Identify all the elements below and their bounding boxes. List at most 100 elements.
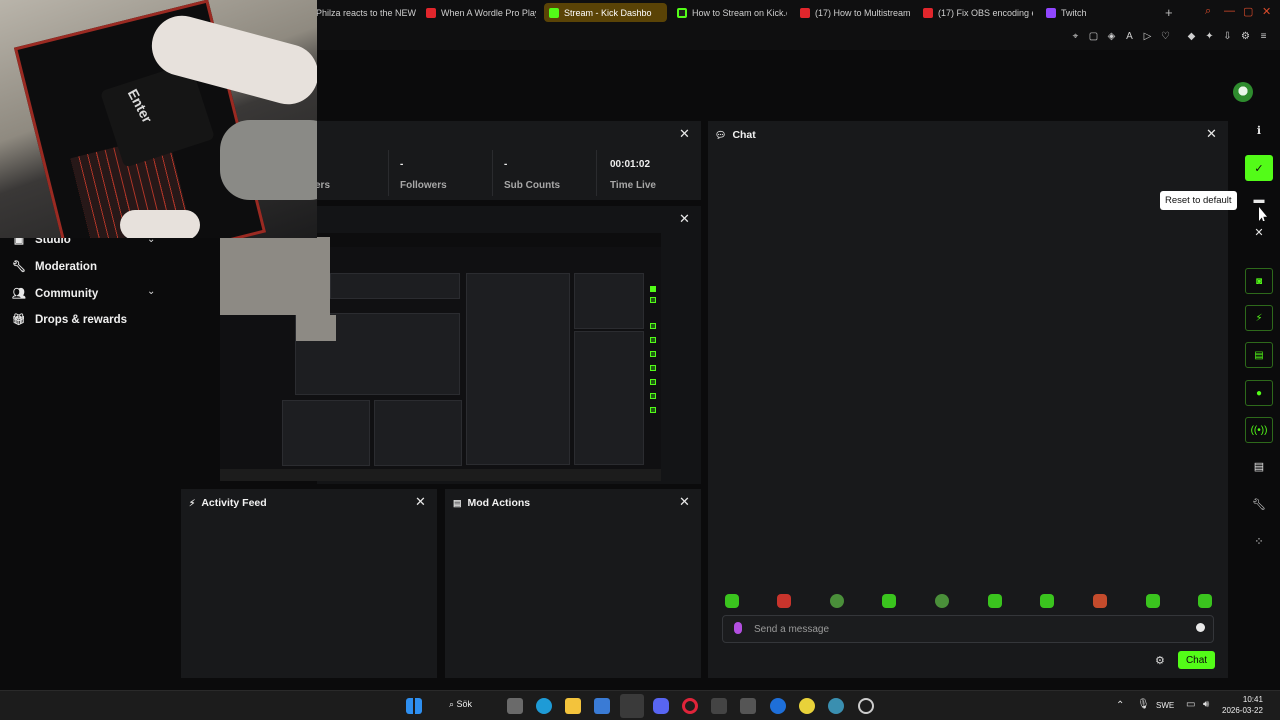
close-icon[interactable]: ✕ — [679, 212, 690, 225]
new-tab-button[interactable]: + — [1165, 5, 1173, 20]
file-explorer-icon[interactable] — [565, 698, 581, 714]
close-icon[interactable]: ✕ — [415, 495, 426, 508]
taskbar-search[interactable]: ⌕ Sök — [449, 699, 472, 710]
chevron-down-icon[interactable]: ⌄ — [147, 286, 155, 297]
youtube-icon — [426, 7, 436, 18]
panel-title: Mod Actions — [467, 497, 531, 509]
app-icon[interactable] — [828, 698, 844, 714]
obs-icon[interactable] — [858, 698, 874, 714]
app-icon[interactable] — [770, 698, 786, 714]
emote[interactable] — [882, 594, 896, 608]
shield-icon[interactable]: ◈ — [1106, 31, 1117, 42]
windows-start-icon[interactable] — [406, 698, 422, 714]
taskbar-clock[interactable]: 10:41 2026-03-22 — [1222, 694, 1263, 716]
reset-layout-icon[interactable]: ▬ — [1251, 192, 1267, 208]
close-icon[interactable]: ✕ — [1251, 225, 1267, 241]
emote[interactable] — [1198, 594, 1212, 608]
puzzle-icon[interactable]: ✦ — [1204, 31, 1215, 42]
taskbar-search-label: Sök — [456, 699, 473, 709]
send-chat-button[interactable]: Chat — [1178, 651, 1215, 669]
app-icon[interactable] — [799, 698, 815, 714]
save-layout-button[interactable]: ✓ — [1245, 155, 1273, 181]
community-icon: 👥︎ — [12, 288, 26, 300]
bolt-icon: ⚡︎ — [1255, 312, 1263, 324]
settings-icon[interactable]: ⚙ — [1240, 31, 1251, 42]
tab-label: Twitch — [1061, 7, 1087, 18]
broadcast-icon: ((•)) — [1250, 424, 1268, 436]
network-icon[interactable]: ▭ — [1186, 699, 1195, 710]
emote[interactable] — [1146, 594, 1160, 608]
camera-icon: ◙ — [1255, 275, 1263, 287]
kick-icon — [549, 7, 559, 18]
edge-icon[interactable] — [536, 698, 552, 714]
close-icon[interactable]: ✕ — [679, 495, 690, 508]
emote[interactable] — [777, 594, 791, 608]
tab-kick-dashboard[interactable]: Stream - Kick Dashbo — [544, 3, 667, 22]
layout-icon[interactable]: ▤ — [1251, 459, 1267, 475]
screenshot-icon[interactable]: ▢ — [1088, 31, 1099, 42]
microphone-icon[interactable]: 🎙︎ — [1137, 699, 1150, 710]
tab-wordle[interactable]: When A Wordle Pro Plays — [426, 3, 536, 22]
stat-label: Sub Counts — [504, 180, 561, 191]
emote[interactable] — [935, 594, 949, 608]
play-icon[interactable]: ▷ — [1142, 31, 1153, 42]
rail-stream-button[interactable]: ◙ — [1245, 268, 1273, 294]
store-icon[interactable] — [594, 698, 610, 714]
emote[interactable] — [988, 594, 1002, 608]
extension-icon[interactable]: ◆ — [1186, 31, 1197, 42]
close-icon[interactable]: ✕ — [1206, 127, 1217, 140]
epic-games-icon[interactable] — [740, 698, 756, 714]
sidebar-item-drops-rewards[interactable]: 🎁︎ Drops & rewards — [12, 313, 128, 327]
tab-kick-help[interactable]: How to Stream on Kick.c — [677, 3, 787, 22]
tab-obs-fix[interactable]: (17) Fix OBS encoding er — [923, 3, 1033, 22]
sidebar-item-label: Drops & rewards — [35, 313, 128, 326]
wrench-icon[interactable]: 🔧︎ — [1251, 497, 1267, 513]
minimize-icon[interactable]: — — [1224, 5, 1235, 17]
emote[interactable] — [725, 594, 739, 608]
chat-message-input[interactable] — [754, 620, 1184, 638]
tab-multistream[interactable]: (17) How to Multistream — [800, 3, 912, 22]
rail-chat-button[interactable]: ● — [1245, 380, 1273, 406]
rail-activity-button[interactable]: ⚡︎ — [1245, 305, 1273, 331]
volume-icon[interactable]: 🔊︎ — [1203, 699, 1209, 710]
sidebar-item-community[interactable]: 👥︎ Community — [12, 287, 98, 301]
info-icon[interactable]: ℹ — [1251, 123, 1267, 139]
app-icon[interactable] — [711, 698, 727, 714]
close-window-icon[interactable]: ✕ — [1262, 5, 1271, 18]
kick-help-icon — [677, 7, 687, 18]
maximize-icon[interactable]: ▢ — [1243, 5, 1253, 18]
tab-philza[interactable]: Philza reacts to the NEW — [316, 3, 416, 22]
download-icon[interactable]: ⇩ — [1222, 31, 1233, 42]
discord-icon[interactable] — [653, 698, 669, 714]
stat-sub-counts: - Sub Counts — [492, 150, 596, 196]
emote[interactable] — [830, 594, 844, 608]
steam-icon[interactable] — [620, 694, 644, 718]
chevron-up-icon[interactable]: ⌃ — [1116, 700, 1124, 711]
stat-time-live: 00:01:02 Time Live — [596, 150, 700, 196]
rail-broadcast-button[interactable]: ((•)) — [1245, 417, 1273, 443]
heart-icon[interactable]: ♡ — [1160, 31, 1171, 42]
panel-header: 💬︎ Chat — [708, 121, 1228, 149]
emote[interactable] — [1040, 594, 1054, 608]
task-view-icon[interactable] — [507, 698, 523, 714]
chat-input-box — [722, 615, 1214, 643]
language-indicator[interactable]: SWE — [1156, 701, 1174, 710]
nodes-icon[interactable]: ⁘ — [1251, 534, 1267, 550]
tab-twitch[interactable]: Twitch — [1046, 3, 1146, 22]
sidebar-item-moderation[interactable]: 🔧︎ Moderation — [12, 260, 97, 274]
close-icon[interactable]: ✕ — [679, 127, 690, 140]
opera-icon[interactable] — [682, 698, 698, 714]
bolt-icon: ⚡︎ — [189, 497, 196, 508]
menu-icon[interactable]: ≡ — [1258, 31, 1269, 42]
search-tabs-icon[interactable]: ⌕ — [1205, 5, 1211, 18]
translate-icon[interactable]: A — [1124, 31, 1135, 42]
pin-icon[interactable]: ⌖ — [1070, 31, 1081, 42]
chat-settings-icon[interactable]: ⚙ — [1155, 654, 1165, 667]
microphone-icon[interactable] — [734, 622, 742, 634]
tab-label: Philza reacts to the NEW — [316, 7, 416, 18]
rail-mod-actions-button[interactable]: ▤ — [1245, 342, 1273, 368]
emoji-icon[interactable] — [1196, 623, 1205, 632]
user-avatar[interactable] — [1233, 82, 1253, 102]
panel-header: ⚡︎ Activity Feed — [181, 489, 437, 517]
emote[interactable] — [1093, 594, 1107, 608]
